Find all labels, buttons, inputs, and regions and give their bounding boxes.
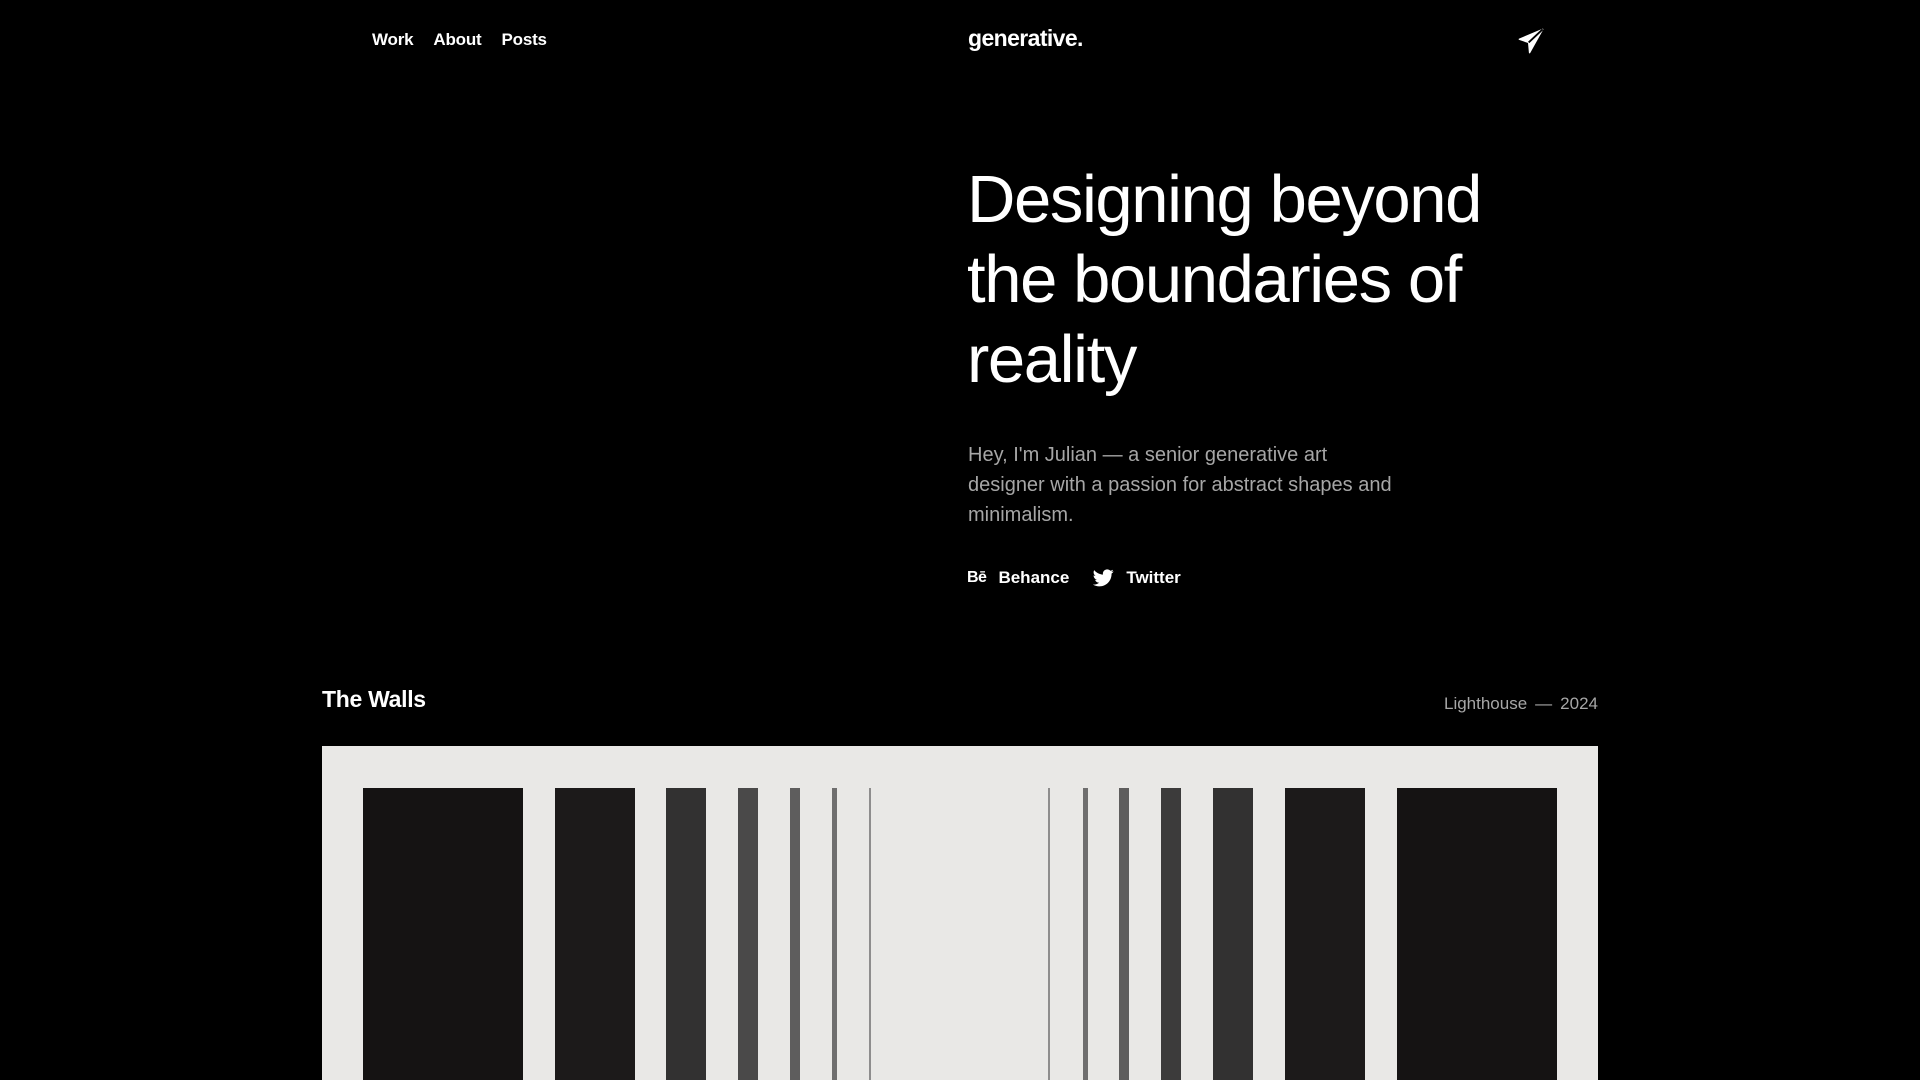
project-client: Lighthouse [1443, 694, 1528, 713]
artwork-bar [1213, 788, 1253, 1080]
project-title[interactable]: The Walls [322, 686, 426, 713]
project-separator: — [1535, 694, 1553, 713]
artwork-bar [790, 788, 800, 1080]
twitter-icon [1093, 569, 1114, 587]
artwork-bar [1119, 788, 1129, 1080]
artwork-bar [1397, 788, 1557, 1080]
artwork-bar [738, 788, 758, 1080]
artwork-bar [1285, 788, 1365, 1080]
top-nav: Work About Posts generative. [0, 0, 1920, 80]
hero-title-line: Designing beyond [967, 162, 1482, 237]
hero-description: Hey, I'm Julian — a senior generative ar… [968, 444, 1392, 526]
social-links: Bē Behance Twitter [967, 568, 1181, 588]
artwork-bar [832, 788, 837, 1080]
behance-icon: Bē [967, 569, 987, 586]
hero-title-line: reality [967, 322, 1137, 397]
artwork-bar [1083, 788, 1088, 1080]
nav-links: Work About Posts [372, 30, 547, 50]
hero-title: Designing beyond the boundaries of reali… [967, 160, 1527, 400]
artwork-canvas [363, 788, 1557, 1080]
nav-link-about[interactable]: About [433, 30, 481, 50]
twitter-label: Twitter [1126, 568, 1181, 587]
artwork-bar [1048, 788, 1050, 1080]
artwork-bar [666, 788, 706, 1080]
behance-label: Behance [998, 568, 1070, 587]
artwork-bar [363, 788, 523, 1080]
project-artwork[interactable] [322, 746, 1598, 1080]
artwork-bar [555, 788, 635, 1080]
hero-title-line: the boundaries of [967, 242, 1462, 317]
behance-link[interactable]: Bē Behance [967, 568, 1069, 588]
paper-plane-icon [1518, 28, 1544, 54]
project-meta: Lighthouse — 2024 [1444, 694, 1598, 714]
artwork-bar [869, 788, 871, 1080]
nav-link-work[interactable]: Work [372, 30, 414, 50]
contact-button[interactable] [1517, 27, 1545, 55]
brand-logo[interactable]: generative. [968, 25, 1083, 52]
artwork-bar [1161, 788, 1181, 1080]
nav-link-posts[interactable]: Posts [502, 30, 547, 50]
project-year: 2024 [1560, 694, 1598, 713]
page: Work About Posts generative. Designing b… [0, 0, 1920, 1080]
twitter-link[interactable]: Twitter [1093, 568, 1181, 588]
